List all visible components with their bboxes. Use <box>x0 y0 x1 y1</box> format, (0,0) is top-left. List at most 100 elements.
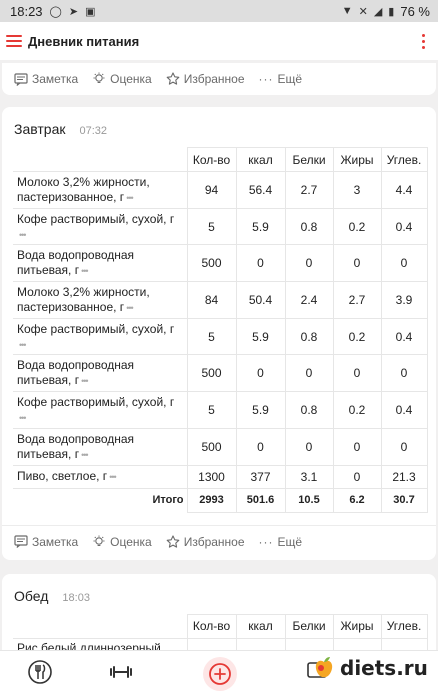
rate-button[interactable]: Оценка <box>92 72 152 86</box>
table-row[interactable]: Кофе растворимый, сухой, г ••• 5 5.9 0.8 … <box>13 207 428 246</box>
carbs-cell: 0 <box>380 354 428 393</box>
actions-card-top: Заметка Оценка Избранное ··· Ещё <box>2 63 436 95</box>
table-row[interactable]: Вода водопроводная питьевая, г ••• 500 0 … <box>13 427 428 466</box>
meal-header[interactable]: Завтрак 07:32 <box>2 107 436 147</box>
more-button[interactable]: ··· Ещё <box>259 72 303 86</box>
meal-name: Завтрак <box>14 121 66 137</box>
more-dots-icon[interactable]: ••• <box>81 376 89 386</box>
qty-cell: 500 <box>186 244 237 283</box>
table-row[interactable]: Молоко 3,2% жирности, пастеризованное, г… <box>13 281 428 319</box>
star-icon <box>166 534 180 548</box>
favorite-button[interactable]: Избранное <box>166 535 245 549</box>
note-button[interactable]: Заметка <box>14 72 78 86</box>
status-bar: 18:23 ◯ ➤ ▣ ▼ ✕ ◢ ▮ 76 % <box>0 0 438 22</box>
table-row[interactable]: Вода водопроводная питьевая, г ••• 500 0 … <box>13 244 428 283</box>
table-row[interactable]: Вода водопроводная питьевая, г ••• 500 0 … <box>13 354 428 393</box>
more-dots-icon: ··· <box>258 534 274 549</box>
more-dots-icon[interactable]: ••• <box>19 413 27 423</box>
favorite-button[interactable]: Избранное <box>166 72 245 86</box>
qty-cell: 1300 <box>186 464 237 489</box>
table-header: Кол-во ккал Белки Жиры Углев. <box>13 613 428 639</box>
favorite-label: Избранное <box>183 72 245 86</box>
qty-cell: 94 <box>186 171 237 209</box>
food-name-cell: Вода водопроводная питьевая, г ••• <box>13 244 188 283</box>
protein-cell: 2.7 <box>284 171 334 209</box>
fat-cell: 0.2 <box>332 391 382 429</box>
nav-workouts[interactable] <box>108 659 134 685</box>
more-button[interactable]: ··· Ещё <box>259 535 303 549</box>
total-protein: 10.5 <box>284 487 334 513</box>
header-qty: Кол-во <box>186 613 237 639</box>
more-dots-icon[interactable]: ••• <box>126 303 134 313</box>
food-name: Кофе растворимый, сухой, г <box>17 394 175 409</box>
fat-cell: 2.7 <box>332 281 382 319</box>
header-fat: Жиры <box>332 613 382 639</box>
note-button[interactable]: Заметка <box>14 535 78 549</box>
food-name: Кофе растворимый, сухой, г <box>17 211 175 226</box>
table-row[interactable]: Кофе растворимый, сухой, г ••• 5 5.9 0.8 … <box>13 317 428 356</box>
qty-cell: 5 <box>186 317 237 356</box>
fat-cell: 0 <box>332 427 382 466</box>
favorite-label: Избранное <box>183 534 245 549</box>
food-name: Кофе растворимый, сухой, г <box>17 321 175 336</box>
gallery-icon: ▣ <box>85 5 96 18</box>
menu-icon[interactable] <box>6 35 22 47</box>
food-name-cell: Молоко 3,2% жирности, пастеризованное, г… <box>13 281 188 319</box>
more-dots-icon[interactable]: ••• <box>109 472 117 482</box>
header-protein: Белки <box>284 613 334 639</box>
kcal-cell: 5.9 <box>235 391 286 429</box>
telegram-icon: ➤ <box>68 5 79 18</box>
qty-cell: 84 <box>186 281 237 319</box>
header-kcal: ккал <box>235 613 286 639</box>
kcal-cell: 0 <box>235 427 286 466</box>
cutlery-icon <box>28 660 52 684</box>
table-row[interactable]: Молоко 3,2% жирности, пастеризованное, г… <box>13 171 428 209</box>
kcal-cell: 377 <box>235 464 286 489</box>
more-dots-icon[interactable]: ••• <box>19 340 27 350</box>
more-dots-icon[interactable]: ••• <box>19 230 27 240</box>
lightbulb-icon <box>93 535 105 546</box>
carbs-cell: 0.4 <box>380 317 428 356</box>
carbs-cell: 3.9 <box>380 281 428 319</box>
qty-cell: 500 <box>186 354 237 393</box>
lightbulb-icon <box>93 72 105 83</box>
meal-time: 07:32 <box>79 125 108 137</box>
total-qty: 2993 <box>186 487 237 513</box>
add-entry-button[interactable] <box>203 657 237 691</box>
food-name-cell: Пиво, светлое, г ••• <box>13 464 188 489</box>
nav-diary[interactable] <box>28 659 52 685</box>
food-name-cell: Молоко 3,2% жирности, пастеризованное, г… <box>13 171 188 209</box>
fat-cell: 0 <box>332 244 382 283</box>
signal-icon: ◢ <box>373 5 383 18</box>
qty-cell: 5 <box>186 391 237 429</box>
fat-cell: 0 <box>332 464 382 489</box>
rate-button[interactable]: Оценка <box>92 535 152 549</box>
food-name: Вода водопроводная питьевая, г <box>17 431 135 461</box>
action-row: Заметка Оценка Избранное ··· Ещё <box>2 526 436 558</box>
protein-cell: 0 <box>284 427 334 466</box>
header-food <box>13 147 188 172</box>
rate-label: Оценка <box>110 72 152 86</box>
fat-cell: 0.2 <box>332 207 382 246</box>
note-icon <box>14 535 28 548</box>
kcal-cell: 56.4 <box>235 171 286 209</box>
watermark-text: diets.ru <box>340 656 428 680</box>
food-name-cell: Кофе растворимый, сухой, г ••• <box>13 391 188 429</box>
header-carbs: Углев. <box>380 613 428 639</box>
more-dots-icon[interactable]: ••• <box>126 193 134 203</box>
protein-cell: 0 <box>284 244 334 283</box>
header-food <box>13 614 188 639</box>
wifi-icon: ▼ <box>341 5 353 17</box>
food-name: Вода водопроводная питьевая, г <box>17 248 135 278</box>
more-dots-icon[interactable]: ••• <box>81 266 89 276</box>
protein-cell: 3.1 <box>284 464 334 489</box>
table-row[interactable]: Кофе растворимый, сухой, г ••• 5 5.9 0.8 … <box>13 391 428 429</box>
protein-cell: 2.4 <box>284 281 334 319</box>
food-name: Вода водопроводная питьевая, г <box>17 358 135 388</box>
table-row[interactable]: Пиво, светлое, г ••• 1300 377 3.1 0 21.3 <box>13 464 428 489</box>
kcal-cell: 50.4 <box>235 281 286 319</box>
more-dots-icon[interactable]: ••• <box>81 450 89 460</box>
chat-icon: ◯ <box>49 5 62 18</box>
meal-header[interactable]: Обед 18:03 <box>2 574 436 614</box>
overflow-menu-icon[interactable] <box>416 33 430 49</box>
